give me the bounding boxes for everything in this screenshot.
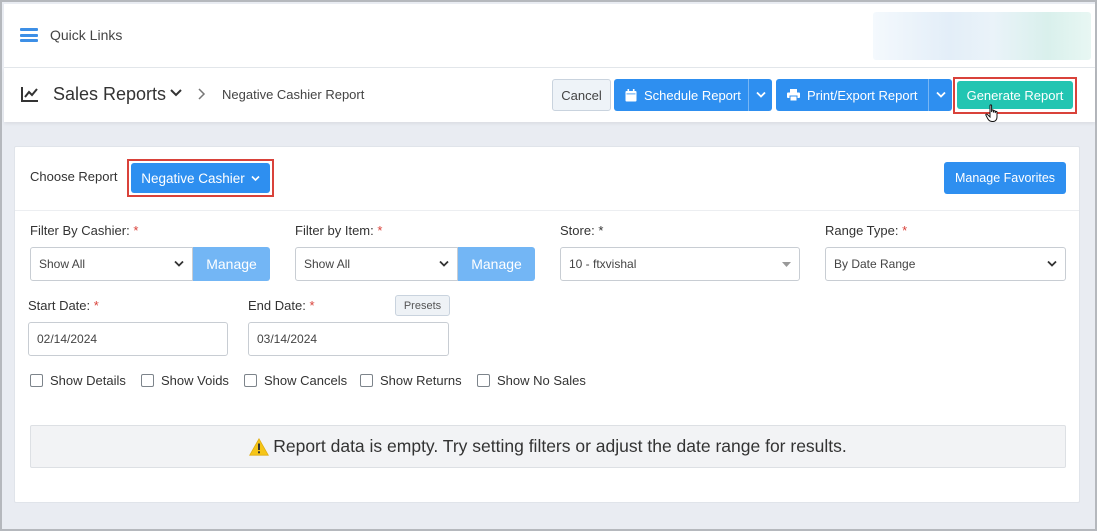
breadcrumb-current: Negative Cashier Report: [222, 87, 365, 102]
quick-links-label[interactable]: Quick Links: [50, 27, 122, 43]
store-value: 10 - ftxvishal: [569, 257, 637, 271]
presets-button[interactable]: Presets: [395, 295, 450, 316]
calendar-icon: [625, 88, 637, 101]
checkbox-label: Show Voids: [161, 373, 229, 388]
checkbox-box[interactable]: [244, 374, 257, 387]
end-date-input[interactable]: 03/14/2024: [248, 322, 449, 356]
line-chart-icon: [21, 87, 38, 102]
show-voids-checkbox[interactable]: Show Voids: [141, 373, 229, 388]
manage-favorites-button[interactable]: Manage Favorites: [944, 162, 1066, 194]
chevron-down-icon[interactable]: [170, 88, 182, 98]
chevron-down-icon: [251, 175, 260, 181]
chevron-down-icon[interactable]: [756, 91, 766, 99]
checkbox-label: Show No Sales: [497, 373, 586, 388]
cashier-filter-value: Show All: [39, 257, 86, 271]
chevron-down-icon: [439, 260, 449, 267]
cashier-manage-button[interactable]: Manage: [193, 247, 270, 281]
item-filter-value: Show All: [304, 257, 351, 271]
chevron-right-icon: [198, 88, 206, 100]
start-date-label: Start Date: *: [28, 298, 99, 313]
checkbox-label: Show Returns: [380, 373, 462, 388]
split-separator: [748, 79, 749, 111]
empty-report-alert: Report data is empty. Try setting filter…: [30, 425, 1066, 468]
checkbox-box[interactable]: [30, 374, 43, 387]
schedule-report-button[interactable]: Schedule Report: [614, 79, 772, 111]
start-date-label-text: Start Date:: [28, 298, 91, 313]
checkbox-box[interactable]: [141, 374, 154, 387]
divider: [15, 210, 1079, 211]
required-mark: *: [377, 223, 383, 238]
checkbox-label: Show Cancels: [264, 373, 348, 388]
end-date-value: 03/14/2024: [257, 332, 318, 346]
range-type-value: By Date Range: [834, 257, 916, 271]
quick-links-bar: Quick Links: [4, 4, 1095, 68]
chevron-down-icon: [174, 260, 184, 267]
required-mark: *: [133, 223, 139, 238]
required-mark: *: [598, 223, 604, 238]
report-select-label: Negative Cashier: [141, 170, 245, 186]
choose-report-label: Choose Report: [30, 169, 118, 184]
report-header: Sales Reports Negative Cashier Report Ca…: [4, 68, 1095, 122]
show-returns-checkbox[interactable]: Show Returns: [360, 373, 462, 388]
page-title: Sales Reports: [53, 84, 167, 104]
item-filter-label: Filter by Item: *: [295, 223, 382, 238]
blurred-logo: [873, 12, 1091, 60]
cashier-filter-label-text: Filter By Cashier:: [30, 223, 130, 238]
store-label-text: Store:: [560, 223, 595, 238]
store-select[interactable]: 10 - ftxvishal: [560, 247, 800, 281]
show-no-sales-checkbox[interactable]: Show No Sales: [477, 373, 586, 388]
start-date-input[interactable]: 02/14/2024: [28, 322, 228, 356]
required-mark: *: [902, 223, 908, 238]
chevron-down-icon: [1047, 260, 1057, 267]
printer-icon: [787, 89, 800, 101]
app-frame: Quick Links Sales Reports Negative Cashi…: [0, 0, 1097, 531]
hand-cursor-icon: [985, 104, 998, 122]
hamburger-menu-icon[interactable]: [20, 28, 38, 42]
checkbox-label: Show Details: [50, 373, 126, 388]
chevron-down-icon[interactable]: [936, 91, 946, 99]
range-type-label: Range Type: *: [825, 223, 907, 238]
report-select-button[interactable]: Negative Cashier: [131, 163, 270, 193]
show-details-checkbox[interactable]: Show Details: [30, 373, 126, 388]
cancel-button[interactable]: Cancel: [552, 79, 611, 111]
item-manage-button[interactable]: Manage: [458, 247, 535, 281]
store-label: Store: *: [560, 223, 603, 238]
generate-report-button[interactable]: Generate Report: [957, 81, 1073, 109]
end-date-label: End Date: *: [248, 298, 315, 313]
item-filter-select[interactable]: Show All: [295, 247, 458, 281]
warning-icon: [249, 437, 270, 456]
schedule-report-label: Schedule Report: [644, 87, 741, 103]
show-cancels-checkbox[interactable]: Show Cancels: [244, 373, 347, 388]
split-separator: [928, 79, 929, 111]
required-mark: *: [93, 298, 99, 313]
cashier-filter-select[interactable]: Show All: [30, 247, 193, 281]
caret-down-icon: [782, 262, 791, 267]
checkbox-box[interactable]: [477, 374, 490, 387]
print-export-button[interactable]: Print/Export Report: [776, 79, 952, 111]
required-mark: *: [309, 298, 315, 313]
empty-report-message: Report data is empty. Try setting filter…: [273, 436, 847, 456]
print-export-label: Print/Export Report: [807, 87, 918, 103]
end-date-label-text: End Date:: [248, 298, 306, 313]
checkbox-box[interactable]: [360, 374, 373, 387]
range-type-select[interactable]: By Date Range: [825, 247, 1066, 281]
report-panel: Choose Report Negative Cashier Manage Fa…: [14, 146, 1080, 503]
item-filter-label-text: Filter by Item:: [295, 223, 374, 238]
cashier-filter-label: Filter By Cashier: *: [30, 223, 138, 238]
start-date-value: 02/14/2024: [37, 332, 98, 346]
range-type-label-text: Range Type:: [825, 223, 899, 238]
